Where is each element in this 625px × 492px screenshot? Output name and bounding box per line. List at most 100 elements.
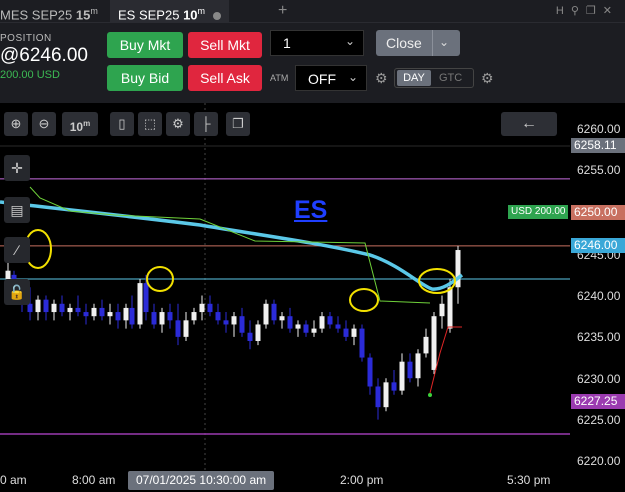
candle-body [351,328,357,337]
price-tick: 6225.00 [577,413,621,427]
candle-body [223,320,229,325]
close-position-button[interactable]: Close ⌄ [376,30,460,56]
candle-body [207,303,213,313]
templates-icon[interactable]: ❐ [226,112,250,136]
candle-body [137,283,143,325]
back-arrow-icon[interactable]: ← [501,112,557,136]
candle-body [51,303,57,313]
candle-body [231,316,237,325]
candle-body [287,316,293,329]
candle-body [319,316,325,329]
highlight-ellipse [349,288,379,312]
zoom-in-icon[interactable]: ⊕ [4,112,28,136]
time-tick: 5:30 pm [507,473,551,487]
candle-body [67,307,73,313]
buy-bid-button[interactable]: Buy Bid [107,65,183,91]
close-label: Close [386,35,422,51]
candle-body [35,299,41,313]
tab-es-label: ES SEP25 [118,7,180,23]
notes-icon[interactable]: ▤ [4,197,30,223]
candle-body [431,316,437,370]
candle-body [375,386,381,408]
candle-body [91,307,97,317]
position-price: @6246.00 [0,45,88,66]
candles [5,245,461,420]
maximize-icon[interactable]: ❐ [586,5,603,17]
candle-body [295,324,301,329]
tif-day-option[interactable]: DAY [397,70,431,86]
sell-ask-button[interactable]: Sell Ask [188,65,262,91]
tab-mes-label: MES SEP25 [0,7,73,23]
candle-body [367,357,373,387]
settings-gear-icon[interactable]: ⚙ [166,112,190,136]
line-tool-icon[interactable]: ∕ [4,237,30,263]
quantity-select[interactable]: 1 ⌄ [270,30,364,56]
chevron-down-icon: ⌄ [347,70,358,84]
position-label: POSITION [0,33,52,44]
tab-mes-interval: 15 [75,7,91,23]
candle-body [255,324,261,342]
tab-es-interval: 10 [183,7,198,23]
trailing-line-green [29,186,431,304]
chevron-down-icon: ⌄ [344,34,355,48]
time-tick: 0 am [0,473,27,487]
candle-body [263,303,269,325]
price-tag-entry: 6246.00 [571,238,625,253]
price-tick: 6235.00 [577,330,621,344]
time-tick: 8:00 am [72,473,116,487]
atm-select[interactable]: OFF ⌄ [295,65,367,91]
position-pnl: 200.00 USD [0,69,60,81]
candle-body [215,312,221,321]
chevron-down-icon[interactable]: ⌄ [439,35,449,49]
interval-unit: m [83,119,91,128]
price-chart[interactable] [0,103,570,492]
lock-icon[interactable]: 🔓 [4,279,30,305]
highlight-ellipses [24,229,456,312]
selection-icon[interactable]: ⬚ [138,112,162,136]
candle-body [199,303,205,313]
zoom-out-icon[interactable]: ⊖ [32,112,56,136]
help-icon[interactable]: H [556,5,571,17]
indicator-lines [0,186,464,397]
sell-mkt-button[interactable]: Sell Mkt [188,32,262,58]
candle-body [239,316,245,333]
candle-body [5,270,11,279]
close-window-icon[interactable]: ✕ [603,5,619,17]
interval-button[interactable]: 10m [62,112,98,136]
candle-body [129,307,135,325]
candle-body [151,312,157,325]
fill-marker [428,393,432,397]
candle-body [175,320,181,337]
atm-value: OFF [308,71,336,87]
candle-body [247,332,253,342]
chart-instrument-label: ES [294,196,328,224]
candle-body [383,382,389,408]
price-tag-low: 6227.25 [571,394,625,409]
usd-pnl-tag: USD 200.00 [508,205,569,219]
time-tick: 2:00 pm [340,473,384,487]
indicators-icon[interactable]: ├ [194,112,218,136]
tab-bar: MES SEP25 15m ES SEP25 10m + H⚲❐✕ [0,0,625,23]
close-divider [432,30,433,56]
atm-gear-icon[interactable]: ⚙ [375,70,388,87]
tab-es-interval-unit: m [197,6,206,16]
crosshair-icon[interactable]: ✛ [4,155,30,181]
atm-label: ATM [270,73,289,83]
pin-icon[interactable]: ⚲ [571,5,586,17]
price-tick: 6220.00 [577,454,621,468]
tab-mes-sep25[interactable]: MES SEP25 15m [0,0,98,22]
add-tab-icon[interactable]: + [278,0,287,22]
tif-gtc-option[interactable]: GTC [439,70,462,86]
candle-body [327,316,333,325]
candle-body [59,303,65,313]
candle-style-icon[interactable]: ▯ [110,112,134,136]
candle-body [343,328,349,337]
tif-gear-icon[interactable]: ⚙ [481,70,494,87]
candle-body [75,307,81,313]
candle-body [359,328,365,358]
candle-body [311,328,317,333]
buy-mkt-button[interactable]: Buy Mkt [107,32,183,58]
order-panel: POSITION @6246.00 200.00 USD Buy Mkt Sel… [0,23,625,103]
time-in-force-toggle[interactable]: DAY GTC [394,68,474,88]
tab-es-sep25[interactable]: ES SEP25 10m [110,0,229,22]
